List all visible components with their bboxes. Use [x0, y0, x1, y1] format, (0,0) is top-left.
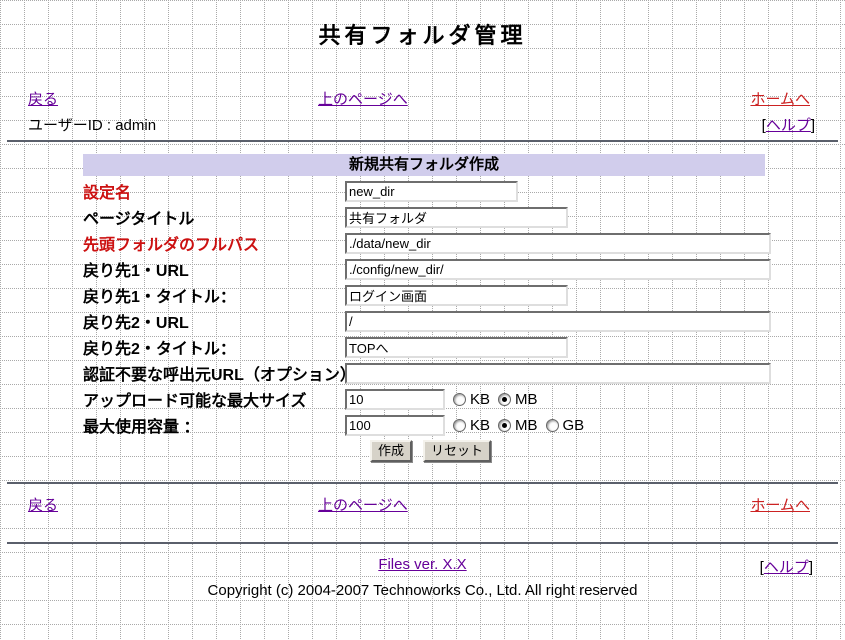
form-title: 新規共有フォルダ作成 [83, 154, 765, 176]
field-cell [345, 285, 568, 306]
field-input-8[interactable] [345, 389, 445, 410]
field-input-3[interactable] [345, 259, 771, 280]
unit-option: GB [546, 417, 585, 434]
help-link[interactable]: ヘルプ [766, 117, 811, 134]
field-cell [345, 337, 568, 358]
field-cell [345, 311, 771, 332]
field-label: 戻り先2・タイトル： [83, 335, 345, 359]
unit-option: MB [498, 417, 538, 434]
radio-label: GB [563, 417, 585, 434]
field-input-4[interactable] [345, 285, 568, 306]
page: 共有フォルダ管理 戻る 上のページへ ホームへ ユーザーID : admin [… [0, 24, 845, 599]
help-link[interactable]: ヘルプ [764, 559, 809, 576]
form-row: 戻り先1・タイトル： [83, 284, 765, 306]
field-input-5[interactable] [345, 311, 771, 332]
form-buttons: 作成 リセット [370, 440, 765, 462]
field-input-2[interactable] [345, 233, 771, 254]
radio-label: KB [470, 391, 490, 408]
field-input-0[interactable] [345, 181, 518, 202]
field-label: 戻り先2・URL [83, 309, 345, 333]
radio-label: KB [470, 417, 490, 434]
field-label: 戻り先1・タイトル： [83, 283, 345, 307]
form-rows: 設定名ページタイトル先頭フォルダのフルパス戻り先1・URL戻り先1・タイトル：戻… [83, 180, 765, 436]
help-link-bottom: [ヘルプ] [760, 556, 813, 577]
radio-kb[interactable] [453, 419, 466, 432]
field-input-1[interactable] [345, 207, 568, 228]
version-row: Files ver. X.X [ヘルプ] [0, 556, 845, 574]
field-cell [345, 207, 568, 228]
form-row: 設定名 [83, 180, 765, 202]
field-label: 設定名 [83, 179, 345, 203]
field-cell: KB MB GB [345, 415, 584, 436]
field-input-9[interactable] [345, 415, 445, 436]
home-link[interactable]: ホームへ [750, 494, 810, 515]
field-label: アップロード可能な最大サイズ [83, 387, 345, 411]
field-label: ページタイトル [83, 205, 345, 229]
form-row: 最大使用容量 ： KB MB GB [83, 414, 765, 436]
back-link[interactable]: 戻る [28, 497, 58, 514]
field-cell [345, 363, 771, 384]
up-page-link[interactable]: 上のページへ [318, 494, 408, 515]
field-cell [345, 181, 518, 202]
user-meta-row: ユーザーID : admin [ヘルプ] [0, 114, 845, 132]
top-nav: 戻る 上のページへ ホームへ [0, 88, 845, 106]
page-title: 共有フォルダ管理 [0, 24, 845, 48]
bracket-close: ] [809, 559, 813, 576]
field-label: 戻り先1・URL [83, 257, 345, 281]
back-link[interactable]: 戻る [28, 91, 58, 108]
copyright-text: Copyright (c) 2004-2007 Technoworks Co.,… [0, 582, 845, 599]
new-folder-form: 新規共有フォルダ作成 設定名ページタイトル先頭フォルダのフルパス戻り先1・URL… [83, 154, 765, 462]
field-label: 最大使用容量 ： [83, 413, 345, 437]
field-cell [345, 259, 771, 280]
form-row: ページタイトル [83, 206, 765, 228]
divider [7, 140, 838, 142]
field-input-7[interactable] [345, 363, 771, 384]
divider [7, 542, 838, 544]
form-row: 戻り先2・タイトル： [83, 336, 765, 358]
divider [7, 482, 838, 484]
form-row: 認証不要な呼出元URL（オプション） [83, 362, 765, 384]
radio-label: MB [515, 391, 538, 408]
unit-option: KB [453, 417, 490, 434]
unit-option: KB [453, 391, 490, 408]
bottom-nav: 戻る 上のページへ ホームへ [0, 494, 845, 512]
user-id-text: ユーザーID : admin [28, 117, 156, 134]
home-link[interactable]: ホームへ [750, 88, 810, 109]
form-row: 戻り先1・URL [83, 258, 765, 280]
form-row: 戻り先2・URL [83, 310, 765, 332]
radio-kb[interactable] [453, 393, 466, 406]
bracket-close: ] [811, 117, 815, 134]
create-button[interactable]: 作成 [370, 440, 412, 462]
unit-option: MB [498, 391, 538, 408]
field-cell: KB MB [345, 389, 538, 410]
radio-label: MB [515, 417, 538, 434]
radio-gb[interactable] [546, 419, 559, 432]
reset-button[interactable]: リセット [423, 440, 491, 462]
radio-mb[interactable] [498, 393, 511, 406]
field-label: 先頭フォルダのフルパス [83, 231, 345, 255]
field-label: 認証不要な呼出元URL（オプション） [83, 361, 345, 385]
version-link[interactable]: Files ver. X.X [378, 556, 466, 573]
radio-mb[interactable] [498, 419, 511, 432]
help-link-top: [ヘルプ] [762, 114, 815, 135]
field-cell [345, 233, 771, 254]
up-page-link[interactable]: 上のページへ [318, 88, 408, 109]
field-input-6[interactable] [345, 337, 568, 358]
form-row: アップロード可能な最大サイズ KB MB [83, 388, 765, 410]
form-row: 先頭フォルダのフルパス [83, 232, 765, 254]
